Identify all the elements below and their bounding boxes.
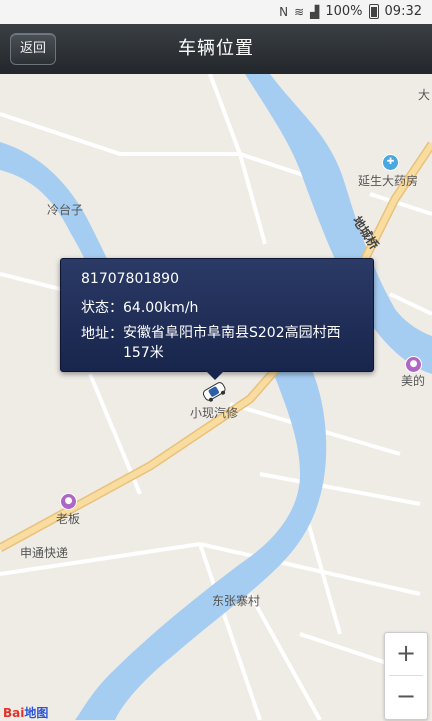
logo-text-red: Bai <box>3 706 25 720</box>
status-label: 状态： <box>81 300 123 316</box>
logo-text-blue: 地图 <box>24 706 49 720</box>
battery-icon <box>368 4 379 19</box>
nfc-icon: N <box>279 4 289 19</box>
map-label-shentong[interactable]: 申通快递 <box>20 544 68 561</box>
status-icons: N ≋ ▟ 100% 09:32 <box>279 4 422 19</box>
status-bar: N ≋ ▟ 100% 09:32 <box>0 0 432 24</box>
clock: 09:32 <box>384 4 422 19</box>
title-bar: 车辆位置 返回 <box>0 24 432 74</box>
map-label-da: 大 <box>418 88 431 102</box>
zoom-control: + − <box>384 632 428 720</box>
vehicle-status: 状态：64.00km/h <box>81 297 198 317</box>
map-label-meide[interactable]: 美的 <box>401 372 425 389</box>
pharmacy-icon[interactable]: ✚ <box>382 154 399 171</box>
map-label-lengtaizi: 冷台子 <box>47 203 84 217</box>
vehicle-info-popup[interactable]: 81707801890 状态：64.00km/h 地址： 安徽省阜阳市阜南县S2… <box>60 258 374 380</box>
battery-percent: 100% <box>325 4 363 19</box>
wifi-icon: ≋ <box>294 4 305 19</box>
back-button[interactable]: 返回 <box>10 33 57 65</box>
shop-icon-laoban[interactable]: ● <box>60 493 77 510</box>
car-marker-icon[interactable] <box>200 380 228 402</box>
map-label-village: 东张寨村 <box>212 594 261 608</box>
shop-icon[interactable]: ● <box>405 356 422 373</box>
map-label-laoban[interactable]: 老板 <box>56 510 80 527</box>
map-label-pharmacy[interactable]: 延生大药房 <box>358 172 418 189</box>
vehicle-id: 81707801890 <box>81 271 179 287</box>
page-title: 车辆位置 <box>178 38 254 59</box>
map-label-auto-repair[interactable]: 小现汽修 <box>190 404 238 421</box>
zoom-out-button[interactable]: − <box>385 676 427 718</box>
address-value: 安徽省阜阳市阜南县S202高园村西157米 <box>123 325 341 361</box>
baidu-map-logo: Bai地图 <box>3 704 48 721</box>
signal-icon: ▟ <box>310 4 320 19</box>
zoom-in-button[interactable]: + <box>385 633 427 675</box>
address-label: 地址： <box>81 326 123 342</box>
status-value: 64.00km/h <box>123 300 199 316</box>
vehicle-address: 地址： 安徽省阜阳市阜南县S202高园村西157米 <box>81 323 351 363</box>
